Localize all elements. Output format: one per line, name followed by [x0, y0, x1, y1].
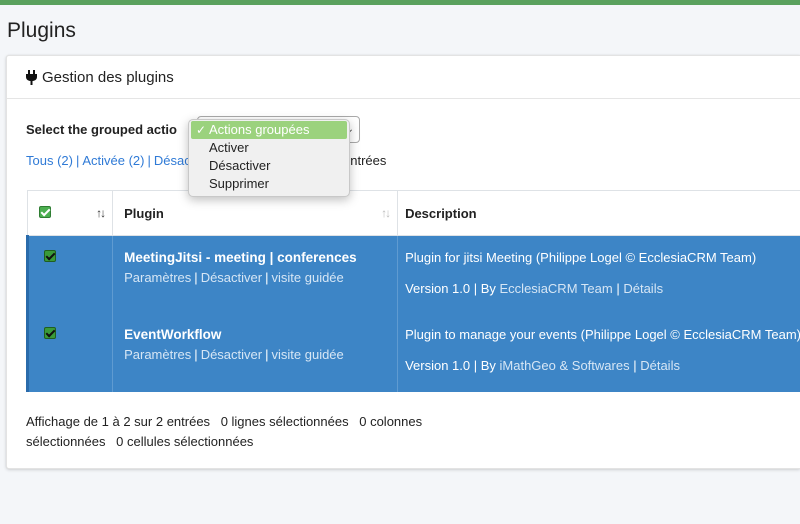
plugin-cell: MeetingJitsi - meeting | conferences Par…: [112, 235, 399, 315]
row-check-cell: [25, 235, 114, 315]
row-checkbox[interactable]: [44, 326, 56, 339]
plugin-actions: Paramètres | Désactiver | visite guidée: [124, 347, 397, 362]
cells-selected-info: 0 cellules sélectionnées: [116, 434, 254, 449]
filter-inactive-link[interactable]: Désac: [154, 153, 191, 168]
showing-info: Affichage de 1 à 2 sur 2 entrées: [26, 414, 211, 429]
plugin-column-header[interactable]: Plugin ↑↓: [112, 190, 399, 236]
description-cell: Plugin to manage your events (Philippe L…: [397, 314, 800, 392]
guided-tour-link[interactable]: visite guidée: [272, 347, 344, 362]
card-header: Gestion des plugins: [7, 56, 800, 99]
plugin-version: Version 1.0 | By: [405, 357, 496, 373]
top-accent-bar: [0, 0, 800, 5]
plugin-name: EventWorkflow: [124, 326, 222, 342]
sort-icon[interactable]: ↑↓: [381, 206, 391, 220]
plugin-cell: EventWorkflow Paramètres | Désactiver | visi…: [112, 314, 399, 392]
guided-tour-link[interactable]: visite guidée: [272, 270, 344, 285]
page-title: Plugins: [7, 19, 76, 42]
grouped-action-dropdown: ✓ Actions groupées Activer Désactiver Su…: [188, 119, 350, 197]
select-all-header: ↑↓: [26, 190, 114, 236]
option-activate[interactable]: Activer: [189, 139, 349, 157]
select-all-checkbox[interactable]: [39, 205, 51, 218]
separator: |: [75, 153, 80, 168]
row-check-cell: [25, 314, 114, 392]
option-label: Actions groupées: [209, 122, 310, 137]
sort-icon[interactable]: ↑↓: [96, 206, 106, 220]
plugin-actions: Paramètres | Désactiver | visite guidée: [124, 270, 397, 285]
separator: |: [265, 270, 269, 285]
plugin-version-line: Version 1.0 | By iMathGeo & Softwares | …: [405, 358, 800, 373]
plug-icon: [26, 69, 37, 85]
table-info: Affichage de 1 à 2 sur 2 entrées 0 ligne…: [26, 412, 466, 452]
details-link[interactable]: Détails: [623, 281, 663, 296]
deactivate-link[interactable]: Désactiver: [201, 270, 262, 285]
filter-all-link[interactable]: Tous (2): [26, 153, 73, 168]
separator: |: [194, 346, 198, 362]
plugin-description: Plugin to manage your events (Philippe L…: [405, 326, 800, 342]
separator: |: [616, 281, 620, 296]
plugin-header-label: Plugin: [124, 205, 164, 221]
deactivate-link[interactable]: Désactiver: [201, 347, 262, 362]
settings-link[interactable]: Paramètres: [124, 347, 191, 362]
check-icon: ✓: [196, 123, 207, 137]
description-column-header[interactable]: Description: [397, 190, 800, 236]
details-link[interactable]: Détails: [640, 358, 680, 373]
filter-active-link[interactable]: Activée (2): [82, 153, 144, 168]
table-row[interactable]: EventWorkflow Paramètres | Désactiver | visi…: [25, 314, 800, 392]
description-cell: Plugin for jitsi Meeting (Philippe Logel…: [397, 235, 800, 315]
author-link[interactable]: EcclesiaCRM Team: [500, 281, 613, 296]
description-header-label: Description: [405, 205, 477, 221]
plugins-card: Gestion des plugins Select the grouped a…: [6, 55, 800, 469]
separator: |: [633, 357, 637, 373]
plugin-name: MeetingJitsi - meeting | conferences: [124, 250, 357, 265]
grouped-action-label: Select the grouped actio: [26, 122, 177, 137]
separator: |: [265, 346, 269, 362]
option-deactivate[interactable]: Désactiver: [189, 157, 349, 175]
table-row[interactable]: MeetingJitsi - meeting | conferences Par…: [25, 235, 800, 315]
card-title: Gestion des plugins: [42, 68, 174, 86]
row-checkbox[interactable]: [44, 250, 56, 262]
settings-link[interactable]: Paramètres: [124, 270, 191, 285]
option-delete[interactable]: Supprimer: [189, 175, 349, 193]
rows-selected-info: 0 lignes sélectionnées: [220, 414, 349, 429]
plugin-version-line: Version 1.0 | By EcclesiaCRM Team | Déta…: [405, 281, 800, 296]
separator: |: [147, 153, 151, 168]
plugin-description: Plugin for jitsi Meeting (Philippe Logel…: [405, 250, 757, 265]
author-link[interactable]: iMathGeo & Softwares: [500, 358, 630, 373]
filter-links: Tous (2) | Activée (2) | Désac: [26, 153, 191, 168]
plugins-table: ↑↓ Plugin ↑↓ Description MeetingJitsi - …: [25, 190, 800, 392]
plugin-version: Version 1.0 | By: [405, 281, 496, 296]
option-grouped-actions[interactable]: ✓ Actions groupées: [191, 121, 347, 139]
separator: |: [194, 270, 198, 285]
